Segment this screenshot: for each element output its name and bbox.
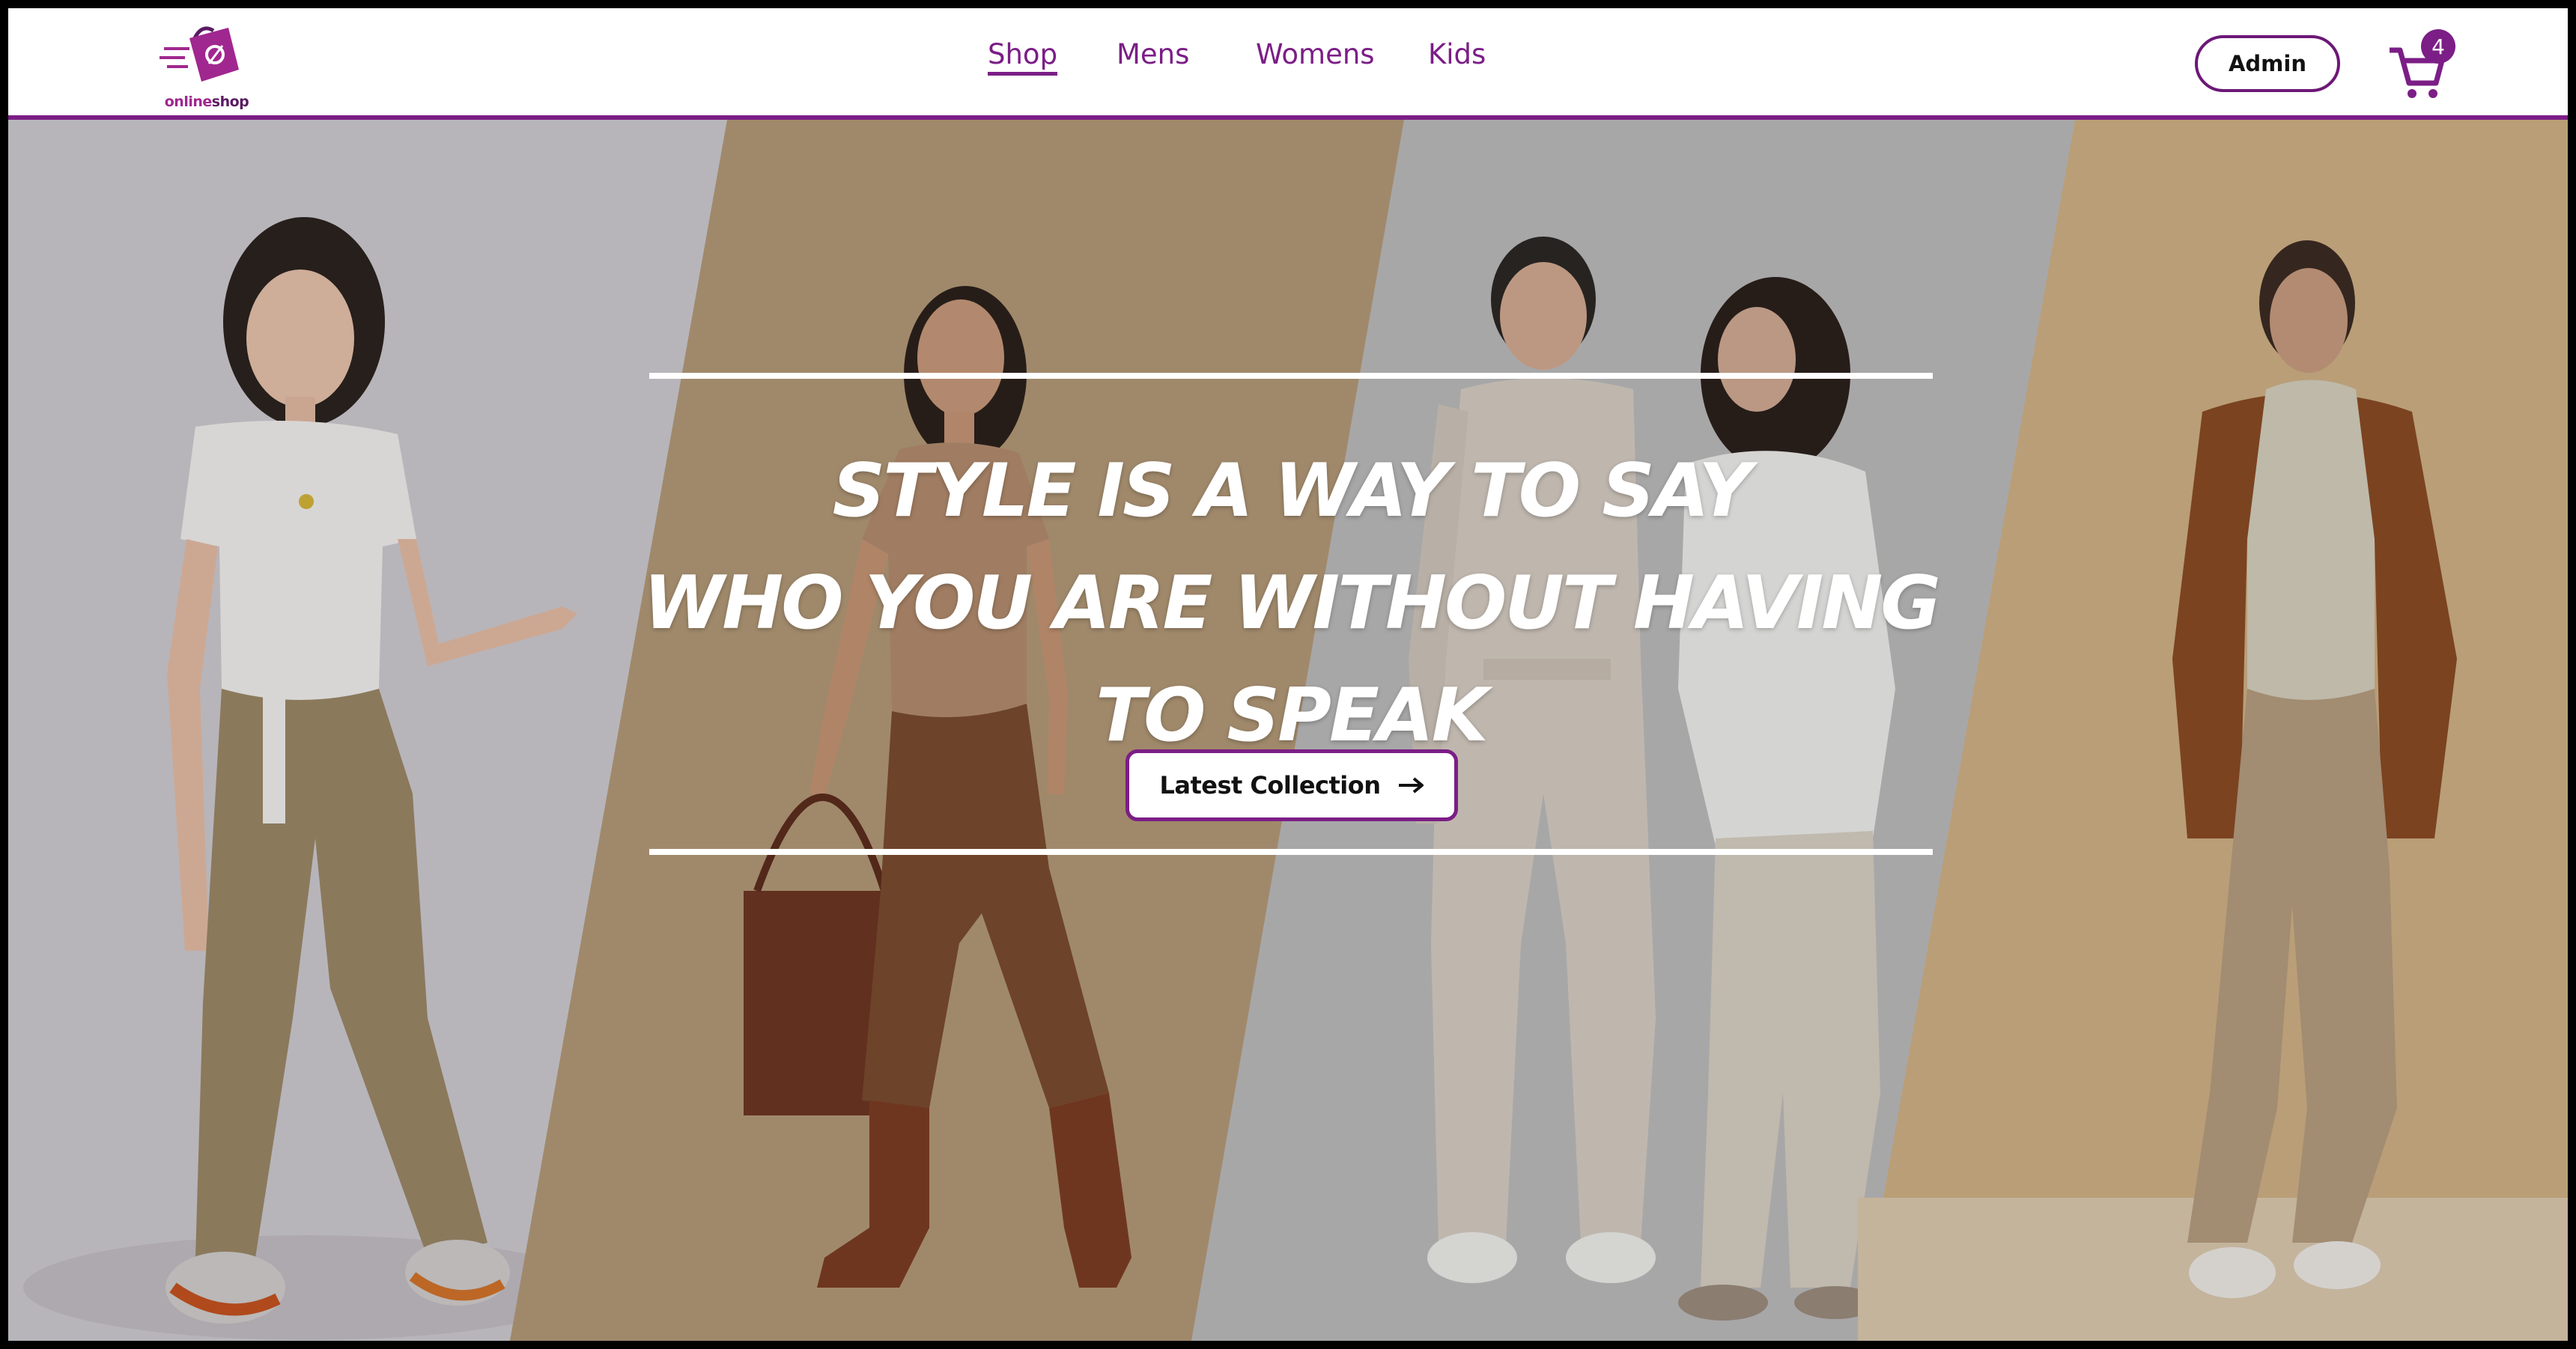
nav-item-kids[interactable]: Kids xyxy=(1428,38,1486,70)
site-logo[interactable]: onlineshop xyxy=(151,19,263,113)
hero-banner: STYLE IS A WAY TO SAY WHO YOU ARE WITHOU… xyxy=(8,120,2568,1341)
nav-item-womens[interactable]: Womens xyxy=(1256,38,1375,70)
hero-divider-bottom xyxy=(649,849,1933,855)
shopping-bag-icon xyxy=(160,26,239,82)
nav-item-shop[interactable]: Shop xyxy=(988,38,1058,76)
admin-button[interactable]: Admin xyxy=(2195,35,2340,92)
cart-button[interactable]: 4 xyxy=(2387,29,2455,101)
hero-headline-line-1: STYLE IS A WAY TO SAY xyxy=(832,448,1752,534)
browser-viewport: onlineshop Shop Mens Womens Kids Admin 4 xyxy=(8,8,2568,1341)
logo-wordmark: onlineshop xyxy=(151,94,263,110)
cart-count-badge: 4 xyxy=(2421,29,2455,64)
logo-text-shop: shop xyxy=(211,94,249,110)
logo-text-online: online xyxy=(164,94,213,110)
latest-collection-label: Latest Collection xyxy=(1159,771,1381,800)
hero-headline-line-2: WHO YOU ARE WITHOUT HAVING xyxy=(643,561,1941,646)
hero-divider-top xyxy=(649,373,1933,379)
site-header: onlineshop Shop Mens Womens Kids Admin 4 xyxy=(8,8,2568,120)
nav-item-mens[interactable]: Mens xyxy=(1117,38,1189,70)
arrow-right-icon xyxy=(1398,777,1424,794)
latest-collection-button[interactable]: Latest Collection xyxy=(1126,749,1458,821)
